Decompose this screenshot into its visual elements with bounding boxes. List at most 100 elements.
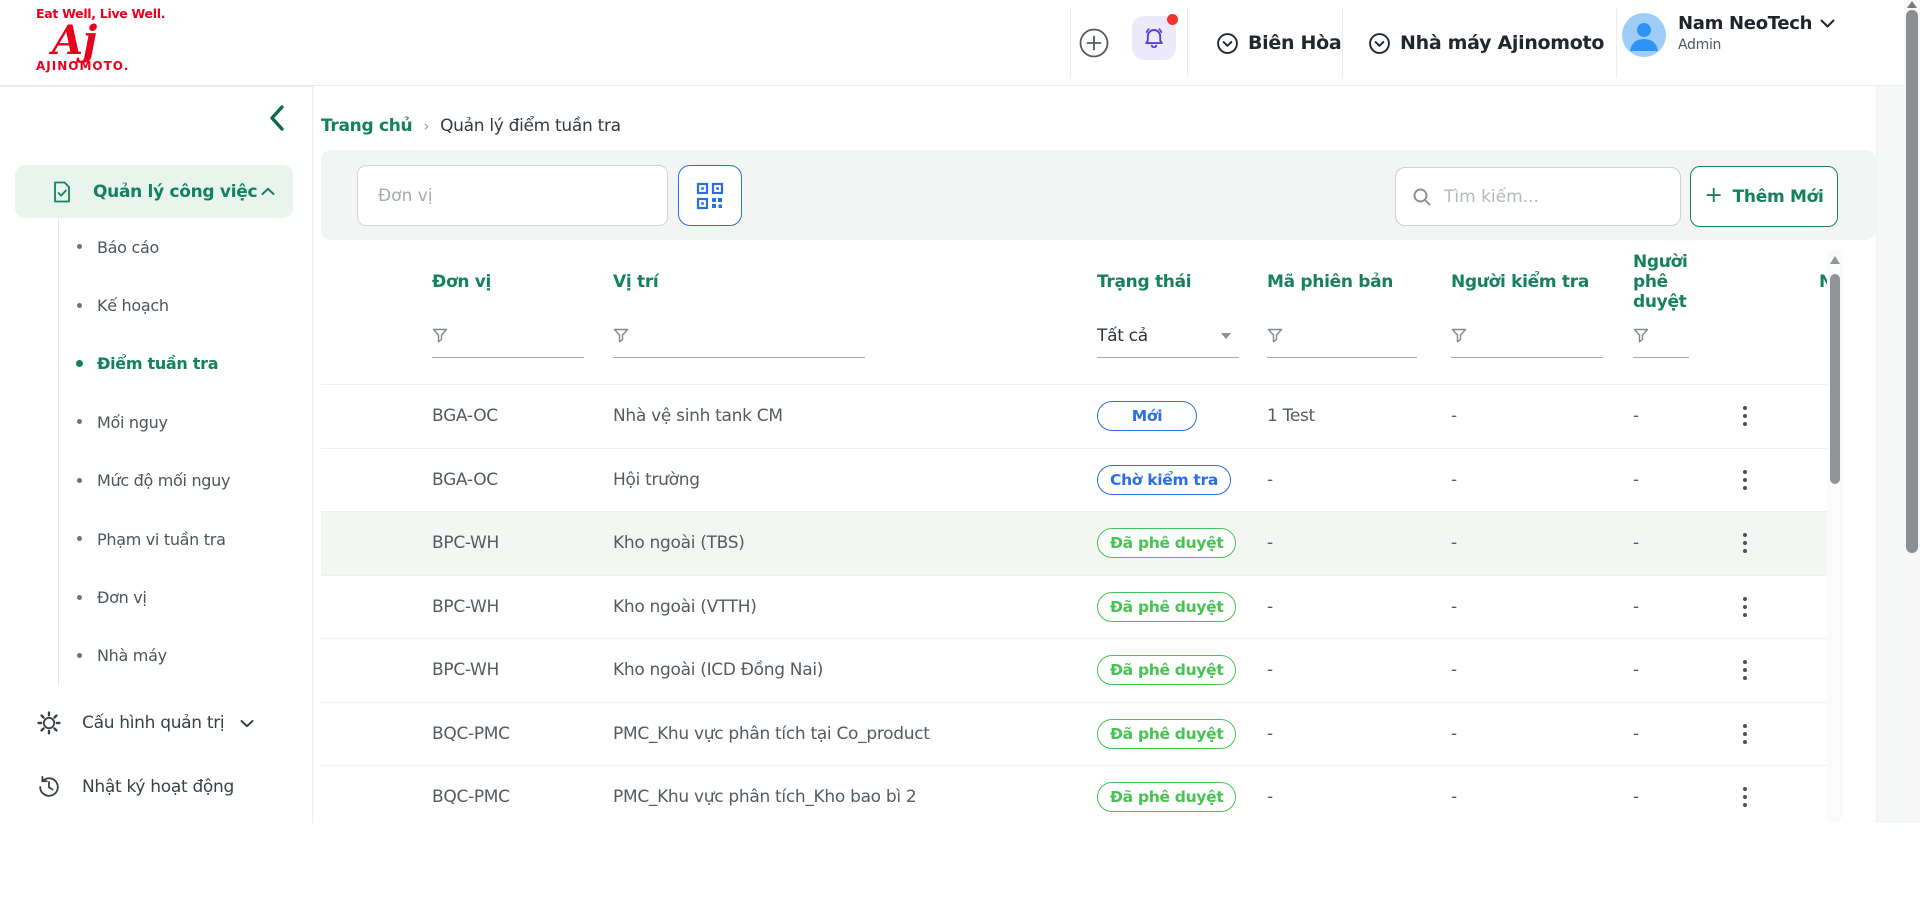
cell-inspector: - [1451,787,1633,807]
column-header: Vị trí [613,272,1097,292]
table-row: BQC-PMC PMC_Khu vực phân tích tại Co_pro… [321,702,1827,766]
sidebar-item-label: Mối nguy [97,413,168,432]
sidebar-item-pham-vi-tuan-tra[interactable]: Phạm vi tuần tra [0,510,313,568]
history-icon [36,774,62,800]
ajinomoto-logo: Eat Well, Live Well. Aj AJINOMOTO. [36,6,186,73]
cell-approver: - [1633,470,1713,490]
page-scrollbar-thumb[interactable] [1906,10,1918,553]
brand-monogram-icon: Aj [52,21,186,61]
status-badge: Chờ kiểm tra [1097,465,1231,495]
sidebar-item-nha-may[interactable]: Nhà máy [0,627,313,685]
table-filter-row: Tất cả [321,312,1827,362]
cell-unit: BPC-WH [321,597,613,617]
row-actions-menu-button[interactable] [1727,650,1763,690]
cell-version: - [1267,660,1451,680]
patrol-points-table: Đơn vị Vị trí Trạng thái Mã phiên bản Ng… [321,240,1827,829]
cell-version: - [1267,533,1451,553]
filter-funnel-icon [432,328,448,343]
status-filter-value: Tất cả [1097,326,1148,346]
row-actions-menu-button[interactable] [1727,587,1763,627]
caret-down-icon [1221,333,1231,339]
page-gutter [1876,86,1904,823]
unit-filter-input[interactable] [357,165,668,226]
breadcrumb: Trang chủ › Quản lý điểm tuần tra [321,112,621,140]
user-menu[interactable]: Nam NeoTech Admin [1622,13,1835,57]
sidebar-item-ke-hoach[interactable]: Kế hoạch [0,276,313,334]
cell-inspector: - [1451,597,1633,617]
cell-inspector: - [1451,406,1633,426]
row-actions-menu-button[interactable] [1727,523,1763,563]
top-bar: Eat Well, Live Well. Aj AJINOMOTO. Biên … [0,0,1904,86]
row-actions-menu-button[interactable] [1727,460,1763,500]
table-row: BPC-WH Kho ngoài (VTTH) Đã phê duyệt - -… [321,575,1827,639]
qr-code-icon [696,182,724,210]
status-badge: Mới [1097,401,1197,431]
filter-funnel-icon [1451,328,1467,343]
cell-approver: - [1633,724,1713,744]
factory-selector[interactable]: Nhà máy Ajinomoto [1368,0,1604,86]
sidebar-item-don-vi[interactable]: Đơn vị [0,568,313,626]
search-box [1395,167,1681,226]
approver-column-filter[interactable] [1633,318,1689,358]
chevron-circle-icon [1368,32,1391,55]
bell-icon [1142,26,1166,50]
chevron-down-icon [1820,19,1835,29]
cell-location: PMC_Khu vực phân tích_Kho bao bì 2 [613,787,1097,807]
column-header: Trạng thái [1097,272,1267,292]
table-row: BPC-WH Kho ngoài (TBS) Đã phê duyệt - - … [321,511,1827,575]
status-column-filter[interactable]: Tất cả [1097,318,1239,358]
add-circle-button[interactable] [1074,23,1114,63]
qr-scan-button[interactable] [678,165,742,226]
sidebar-group-work-management[interactable]: Quản lý công việc [15,165,293,218]
table-row: BPC-WH Kho ngoài (ICD Đồng Nai) Đã phê d… [321,638,1827,702]
gear-icon [36,710,62,736]
status-badge: Đã phê duyệt [1097,782,1236,812]
search-icon [1412,187,1432,207]
row-actions-menu-button[interactable] [1727,777,1763,817]
inspector-column-filter[interactable] [1451,318,1603,358]
unit-column-filter[interactable] [432,318,584,358]
notifications-button[interactable] [1132,16,1176,60]
sidebar-item-muc-do-moi-nguy[interactable]: Mức độ mối nguy [0,452,313,510]
table-scrollbar[interactable] [1827,250,1843,823]
sidebar-item-diem-tuan-tra[interactable]: Điểm tuần tra [0,335,313,393]
location-column-filter[interactable] [613,318,865,358]
cell-approver: - [1633,597,1713,617]
sidebar-item-bao-cao[interactable]: Báo cáo [0,218,313,276]
location-selector[interactable]: Biên Hòa [1216,0,1341,86]
sidebar-item-moi-nguy[interactable]: Mối nguy [0,393,313,451]
column-header: Người kiểm tra [1451,272,1633,292]
table-header-row: Đơn vị Vị trí Trạng thái Mã phiên bản Ng… [321,252,1827,312]
table-scrollbar-thumb[interactable] [1830,274,1840,484]
breadcrumb-home[interactable]: Trang chủ [321,116,412,136]
column-header: Mã phiên bản [1267,272,1451,292]
cell-inspector: - [1451,533,1633,553]
sidebar-group-label: Quản lý công việc [93,182,257,202]
cell-inspector: - [1451,724,1633,744]
scroll-up-arrow-icon[interactable] [1907,1,1917,8]
column-header-clipped: N [1809,272,1827,292]
location-label: Biên Hòa [1248,32,1341,54]
divider [1616,8,1617,78]
search-input[interactable] [1444,187,1664,207]
cell-unit: BGA-OC [321,470,613,490]
brand-name: AJINOMOTO. [36,59,186,73]
add-new-button[interactable]: + Thêm Mới [1690,166,1838,227]
page-scrollbar[interactable] [1904,0,1920,823]
filter-funnel-icon [1267,328,1283,343]
sidebar-item-nhat-ky-hoat-dong[interactable]: Nhật ký hoạt động [0,759,313,815]
sidebar-item-label: Báo cáo [97,238,159,257]
row-actions-menu-button[interactable] [1727,396,1763,436]
sidebar-item-label: Điểm tuần tra [97,354,218,373]
row-actions-menu-button[interactable] [1727,714,1763,754]
version-column-filter[interactable] [1267,318,1417,358]
scroll-up-arrow-icon[interactable] [1830,256,1840,264]
sidebar-collapse-button[interactable] [266,103,292,133]
status-badge: Đã phê duyệt [1097,719,1236,749]
cell-unit: BPC-WH [321,660,613,680]
cell-version: 1 Test [1267,406,1451,426]
sidebar-item-label: Mức độ mối nguy [97,471,230,490]
plus-icon: + [1704,183,1722,208]
cell-version: - [1267,597,1451,617]
sidebar-item-cau-hinh-quan-tri[interactable]: Cấu hình quản trị [0,695,313,751]
